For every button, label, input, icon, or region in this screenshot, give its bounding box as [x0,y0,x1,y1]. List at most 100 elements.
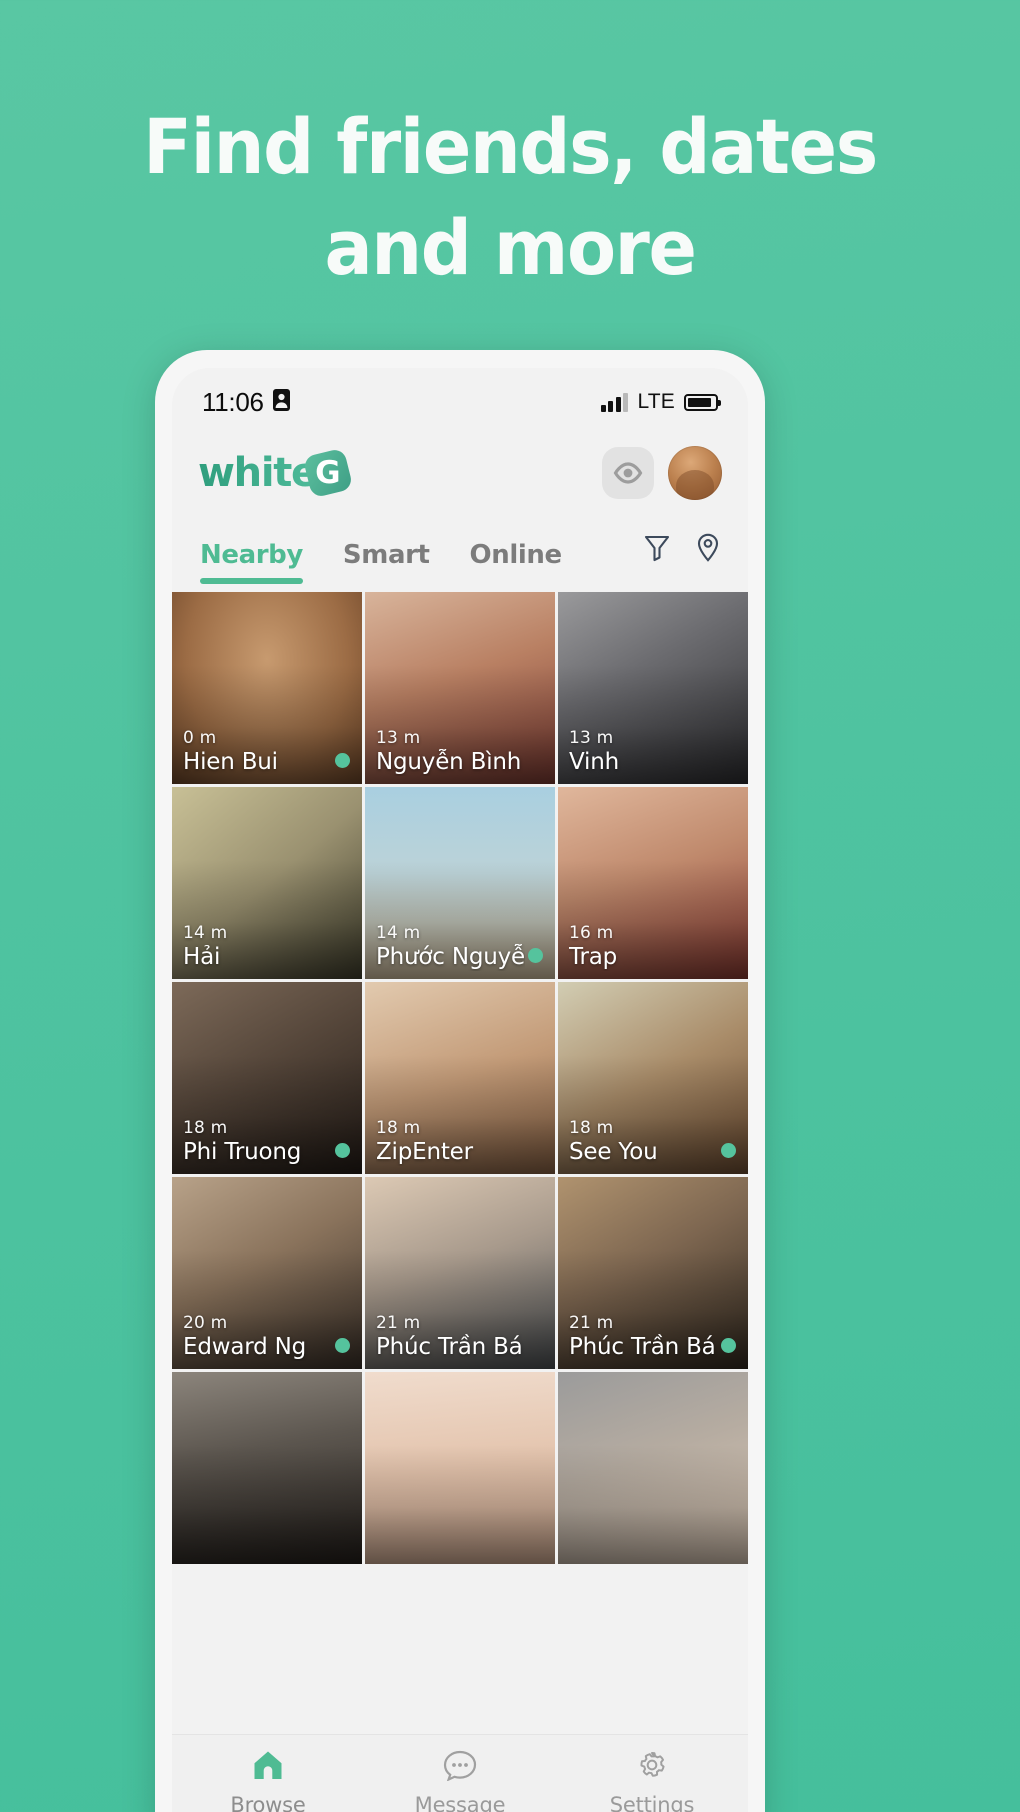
profile-distance: 13 m [569,727,614,748]
profile-meta: 18 m Phi Truong [183,1118,332,1166]
status-bar-right: LTE [600,390,721,414]
app-header: white G [172,430,748,516]
profile-meta: 0 m Hien Bui [183,728,332,776]
profile-tile[interactable]: 20 m Edward Ng [172,1177,362,1369]
online-status-dot [335,1143,350,1158]
profile-tile[interactable]: 13 m Nguyễn Bình [365,592,555,784]
profile-distance: 0 m [183,727,217,748]
profile-name: Nguyễn Bình [376,748,522,775]
promo-headline: Find friends, dates and more [31,96,990,298]
app-logo: white G [198,447,354,499]
profile-name: Phúc Trần Bá [569,1333,716,1360]
status-bar: 11:06 LTE [172,368,748,430]
profile-tile[interactable]: 18 m ZipEnter [365,982,555,1174]
profile-name: Phi Truong [183,1138,302,1165]
profile-tile[interactable] [172,1372,362,1564]
profile-distance: 20 m [183,1312,228,1333]
tab-nearby[interactable]: Nearby [200,540,303,584]
profile-name: Edward Ng [183,1333,307,1360]
online-status-dot [721,1338,736,1353]
profile-meta: 20 m Edward Ng [183,1313,332,1361]
profile-name: Hải [183,943,221,970]
app-logo-badge-letter: G [315,454,341,491]
online-status-dot [335,753,350,768]
profile-tile[interactable]: 18 m See You [558,982,748,1174]
profile-meta: 14 m Phước Nguyễn [376,923,525,971]
nav-label-browse: Browse [230,1792,306,1812]
profile-tile[interactable]: 21 m Phúc Trần Bá [365,1177,555,1369]
online-status-dot [721,1143,736,1158]
tab-bar: Nearby Smart Online [172,516,748,592]
nav-item-browse[interactable]: Browse [172,1749,364,1812]
profile-distance: 18 m [569,1117,614,1138]
phone-mockup: 11:06 LTE white G Nearby Smart Online 0 … [155,350,765,1812]
online-status-dot [335,1338,350,1353]
eye-icon [613,462,643,484]
phone-screen: 11:06 LTE white G Nearby Smart Online 0 … [172,368,748,1812]
headline-line-2: and more [324,203,696,293]
chat-icon [443,1749,477,1786]
signal-bars-icon [600,392,629,412]
profile-distance: 13 m [376,727,421,748]
photo-gradient-overlay [558,1444,748,1564]
tab-list: Nearby Smart Online [200,516,562,592]
status-bar-left: 11:06 [202,387,290,418]
filter-funnel-icon[interactable] [644,534,670,567]
profile-name: Phúc Trần Bá [376,1333,523,1360]
nav-item-settings[interactable]: Settings [556,1749,748,1812]
profile-meta: 21 m Phúc Trần Bá [376,1313,525,1361]
photo-gradient-overlay [365,1444,555,1564]
network-label: LTE [637,390,675,413]
profile-name: Hien Bui [183,748,278,775]
status-time: 11:06 [202,386,264,417]
nav-item-message[interactable]: Message [364,1749,556,1812]
profile-name: ZipEnter [376,1138,473,1165]
profile-meta: 13 m Vinh [569,728,718,776]
tab-online[interactable]: Online [470,540,563,584]
profile-tile[interactable] [558,1372,748,1564]
eye-button[interactable] [602,447,654,499]
profile-tile[interactable] [365,1372,555,1564]
bottom-nav: Browse Message Settings [172,1734,748,1812]
profile-tile[interactable]: 13 m Vinh [558,592,748,784]
profile-tile[interactable]: 21 m Phúc Trần Bá [558,1177,748,1369]
gear-icon [635,1749,669,1786]
profile-name: Trap [569,943,618,970]
profile-grid: 0 m Hien Bui 13 m Nguyễn Bình 13 m Vinh 14 m Hả… [172,592,748,1734]
app-header-actions [602,446,722,500]
profile-distance: 14 m [183,922,228,943]
contact-badge-icon [272,388,290,416]
tab-bar-actions [644,533,720,575]
profile-meta: 18 m See You [569,1118,718,1166]
profile-meta: 14 m Hải [183,923,332,971]
avatar[interactable] [668,446,722,500]
nav-label-message: Message [414,1792,506,1812]
profile-distance: 21 m [569,1312,614,1333]
profile-name: See You [569,1138,658,1165]
photo-gradient-overlay [172,1444,362,1564]
headline-line-1: Find friends, dates [143,102,878,191]
app-logo-word: white [198,450,318,496]
profile-distance: 16 m [569,922,614,943]
profile-tile[interactable]: 18 m Phi Truong [172,982,362,1174]
nav-label-settings: Settings [609,1792,695,1812]
profile-distance: 18 m [376,1117,421,1138]
profile-meta: 16 m Trap [569,923,718,971]
profile-distance: 21 m [376,1312,421,1333]
profile-name: Vinh [569,748,619,775]
battery-icon [684,393,721,411]
profile-distance: 14 m [376,922,421,943]
profile-tile[interactable]: 0 m Hien Bui [172,592,362,784]
profile-tile[interactable]: 14 m Hải [172,787,362,979]
profile-meta: 18 m ZipEnter [376,1118,525,1166]
profile-distance: 18 m [183,1117,228,1138]
tab-smart[interactable]: Smart [343,540,430,584]
profile-tile[interactable]: 16 m Trap [558,787,748,979]
profile-tile[interactable]: 14 m Phước Nguyễn [365,787,555,979]
profile-name: Phước Nguyễn [376,943,525,970]
online-status-dot [528,948,543,963]
home-icon [251,1749,285,1786]
profile-meta: 13 m Nguyễn Bình [376,728,525,776]
location-pin-icon[interactable] [696,533,720,567]
profile-meta: 21 m Phúc Trần Bá [569,1313,718,1361]
